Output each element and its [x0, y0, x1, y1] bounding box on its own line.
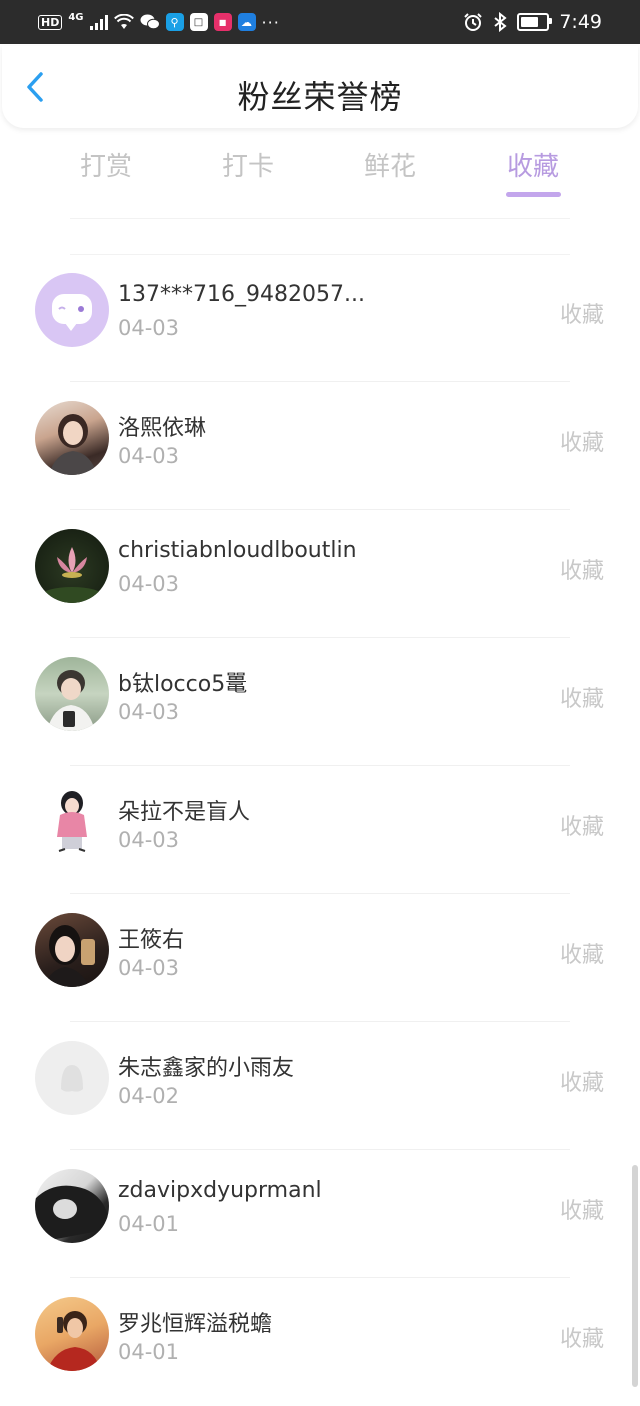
chat-bubble-icon: [52, 294, 92, 331]
tab-checkin[interactable]: 打卡: [208, 146, 288, 183]
status-bar-left: HD 4G ⚲ □ ■ ☁ ···: [38, 10, 280, 34]
favorite-label: 收藏: [559, 815, 604, 840]
list-item[interactable]: christiabnloudlboutlin 04-03 收藏: [0, 510, 640, 638]
placeholder-avatar[interactable]: [35, 1041, 109, 1115]
illustration-avatar[interactable]: [35, 785, 109, 859]
date: 04-01: [118, 1340, 180, 1364]
header-bar: 粉丝荣誉榜: [2, 46, 638, 128]
favorite-label: 收藏: [559, 1327, 604, 1352]
status-bar: HD 4G ⚲ □ ■ ☁ ··· 7:49: [0, 0, 640, 44]
tab-flowers[interactable]: 鲜花: [350, 146, 430, 183]
search-app-icon: ⚲: [165, 13, 184, 31]
date: 04-03: [118, 700, 180, 724]
list-item[interactable]: zdavipxdyuprmanl 04-01 收藏: [0, 1150, 640, 1278]
favorite-label: 收藏: [559, 559, 604, 584]
fan-list: 137***716_9482057... 04-03 收藏 洛熙依琳 04-03…: [0, 254, 640, 1406]
tab-favorites[interactable]: 收藏: [493, 146, 573, 183]
date: 04-01: [118, 1212, 180, 1236]
favorite-label: 收藏: [559, 431, 604, 456]
favorite-label: 收藏: [559, 303, 604, 328]
date: 04-03: [118, 956, 180, 980]
list-item[interactable]: 137***716_9482057... 04-03 收藏: [0, 254, 640, 382]
username: 洛熙依琳: [118, 416, 207, 441]
battery-icon: [517, 13, 553, 31]
lotus-photo-avatar[interactable]: [35, 529, 109, 603]
user-photo-avatar[interactable]: [35, 657, 109, 731]
favorite-label: 收藏: [559, 687, 604, 712]
network-type: 4G: [68, 11, 84, 23]
list-item[interactable]: 洛熙依琳 04-03 收藏: [0, 382, 640, 510]
username: b钛locco5鼍: [118, 672, 248, 697]
date: 04-03: [118, 316, 180, 340]
user-photo-avatar[interactable]: [35, 913, 109, 987]
list-item[interactable]: 朵拉不是盲人 04-03 收藏: [0, 766, 640, 894]
username: 朵拉不是盲人: [118, 800, 251, 825]
date: 04-02: [118, 1084, 180, 1108]
shopping-app-icon: ■: [213, 13, 232, 31]
page-title: 粉丝荣誉榜: [237, 78, 403, 116]
active-tab-indicator: [506, 192, 561, 197]
username: 罗兆恒辉溢税蟾: [118, 1312, 273, 1337]
favorite-label: 收藏: [559, 1071, 604, 1096]
wechat-icon: [140, 14, 160, 30]
date: 04-03: [118, 572, 180, 596]
username: zdavipxdyuprmanl: [118, 1178, 322, 1203]
username: 137***716_9482057...: [118, 282, 365, 307]
date: 04-03: [118, 444, 180, 468]
favorite-label: 收藏: [559, 1199, 604, 1224]
person-placeholder-icon: [61, 1065, 83, 1092]
status-bar-right: 7:49: [463, 9, 602, 35]
cloud-app-icon: ☁: [237, 13, 256, 31]
divider: [70, 218, 570, 219]
clock-time: 7:49: [559, 11, 602, 33]
bw-photo-avatar[interactable]: [35, 1169, 109, 1243]
hd-indicator: HD: [38, 14, 63, 30]
user-photo-avatar[interactable]: [35, 1297, 109, 1371]
bluetooth-icon: [494, 12, 507, 32]
date: 04-03: [118, 828, 180, 852]
scrollbar[interactable]: [632, 1165, 638, 1387]
list-item[interactable]: 朱志鑫家的小雨友 04-02 收藏: [0, 1022, 640, 1150]
bag-app-icon: □: [189, 13, 208, 31]
tab-bar: 打赏 打卡 鲜花 收藏: [0, 146, 640, 206]
username: 王筱右: [118, 928, 185, 953]
default-chat-avatar[interactable]: [35, 273, 109, 347]
user-photo-avatar[interactable]: [35, 401, 109, 475]
list-item[interactable]: 王筱右 04-03 收藏: [0, 894, 640, 1022]
list-item[interactable]: b钛locco5鼍 04-03 收藏: [0, 638, 640, 766]
alarm-icon: [464, 13, 483, 31]
username: christiabnloudlboutlin: [118, 538, 357, 563]
favorite-label: 收藏: [559, 943, 604, 968]
tab-reward[interactable]: 打赏: [66, 146, 146, 183]
signal-icon: [89, 14, 108, 30]
more-notifications-icon: ···: [261, 12, 280, 32]
wifi-icon: [113, 14, 134, 29]
username: 朱志鑫家的小雨友: [118, 1056, 295, 1081]
